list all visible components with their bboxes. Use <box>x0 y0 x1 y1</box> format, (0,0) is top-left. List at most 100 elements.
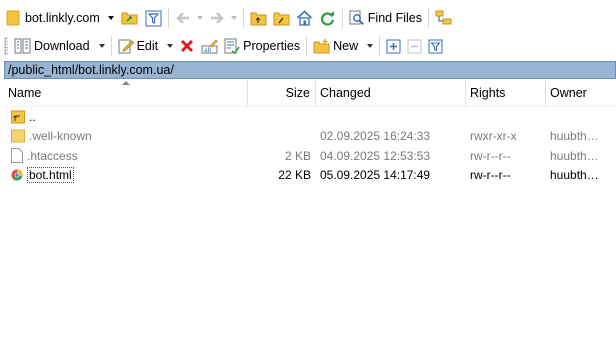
tree-toggle-button[interactable] <box>432 7 455 29</box>
chevron-down-icon <box>107 16 114 20</box>
file-changed: 02.09.2025 16:24:33 <box>320 129 431 144</box>
file-list: Name Size Changed Rights Owner .. .well-… <box>4 79 616 356</box>
file-operations-toolbar: Download Edit ab Properties New <box>0 32 616 60</box>
column-changed-label: Changed <box>320 86 371 100</box>
toolbar-separator <box>306 36 308 56</box>
edit-icon <box>118 39 134 54</box>
delete-icon <box>181 39 194 53</box>
remote-drive-selector[interactable]: bot.linkly.com <box>6 7 114 29</box>
file-name: bot.html <box>27 167 74 184</box>
open-folder-icon <box>121 12 138 25</box>
chevron-down-icon <box>230 16 237 20</box>
current-path[interactable]: /public_html/bot.linkly.com.ua/ <box>8 63 174 77</box>
column-owner-label: Owner <box>550 86 587 100</box>
select-files-button[interactable] <box>383 35 404 57</box>
file-rights: rwxr-xr-x <box>470 129 517 144</box>
find-files-icon <box>349 10 364 26</box>
refresh-icon <box>320 10 334 26</box>
home-directory-button[interactable] <box>293 7 316 29</box>
root-directory-button[interactable] <box>270 7 293 29</box>
file-size: 2 KB <box>284 148 311 163</box>
filter-icon <box>428 39 443 53</box>
new-button[interactable]: New <box>310 35 376 57</box>
remote-drive-label: bot.linkly.com <box>25 11 100 25</box>
file-rights: rw-r--r-- <box>470 148 511 163</box>
root-dir-icon <box>273 12 290 25</box>
file-name: .well-known <box>29 129 92 144</box>
file-owner: huubth… <box>550 148 599 163</box>
chevron-down-icon <box>196 16 203 20</box>
column-header-owner[interactable]: Owner <box>546 80 616 107</box>
open-directory-button[interactable] <box>118 7 142 29</box>
rename-button[interactable]: ab <box>198 35 221 57</box>
file-owner: huubth… <box>550 129 599 144</box>
toolbar-grip[interactable] <box>4 37 8 55</box>
folder-icon <box>11 129 25 143</box>
file-rights: rw-r--r-- <box>470 168 511 183</box>
file-name: .. <box>29 109 36 124</box>
toolbar-separator <box>110 36 112 56</box>
file-icon <box>11 148 23 164</box>
edit-label: Edit <box>136 39 159 53</box>
file-changed: 04.09.2025 12:53:53 <box>320 148 431 163</box>
download-button[interactable]: Download <box>11 35 108 57</box>
find-files-button[interactable]: Find Files <box>346 7 425 29</box>
toolbar-separator <box>167 8 169 28</box>
toolbar-separator <box>379 36 381 56</box>
column-header-rights[interactable]: Rights <box>466 79 546 107</box>
forward-button[interactable] <box>206 7 240 29</box>
delete-button[interactable] <box>176 35 198 57</box>
unselect-files-button[interactable] <box>404 35 425 57</box>
toolbar-separator <box>242 8 244 28</box>
current-path-bar: /public_html/bot.linkly.com.ua/ <box>4 61 616 79</box>
properties-label: Properties <box>243 39 301 53</box>
svg-text:ab: ab <box>204 47 212 54</box>
file-row-bot-html[interactable]: bot.html 22 KB 05.09.2025 14:17:49 rw-r-… <box>4 166 616 186</box>
parent-folder-icon <box>11 110 25 124</box>
tree-icon <box>435 10 452 25</box>
column-size-label: Size <box>285 86 310 100</box>
file-name: .htaccess <box>27 148 78 163</box>
edit-button[interactable]: Edit <box>115 35 177 57</box>
home-icon <box>296 10 312 26</box>
find-files-label: Find Files <box>367 11 422 25</box>
filter-button[interactable] <box>142 7 165 29</box>
column-header-changed[interactable]: Changed <box>316 79 466 107</box>
chevron-down-icon <box>167 44 174 48</box>
file-owner: huubth… <box>550 168 599 183</box>
minus-icon <box>407 39 422 53</box>
file-row-htaccess[interactable]: .htaccess 2 KB 04.09.2025 12:53:53 rw-r-… <box>4 146 616 166</box>
rename-icon: ab <box>201 39 218 54</box>
chevron-down-icon <box>98 44 105 48</box>
chevron-down-icon <box>367 44 374 48</box>
file-changed: 05.09.2025 14:17:49 <box>320 168 431 183</box>
column-rights-label: Rights <box>470 86 506 100</box>
refresh-button[interactable] <box>316 7 339 29</box>
file-list-header: Name Size Changed Rights Owner <box>4 79 616 107</box>
parent-dir-icon <box>250 12 267 25</box>
download-icon <box>14 38 31 54</box>
column-header-size[interactable]: Size <box>248 79 316 107</box>
toolbar-separator <box>427 8 429 28</box>
new-label: New <box>333 39 359 53</box>
download-label: Download <box>34 39 90 53</box>
toolbar-separator <box>341 8 343 28</box>
column-name-label: Name <box>8 86 42 100</box>
filter-icon <box>145 10 162 26</box>
plus-icon <box>386 39 401 53</box>
back-button[interactable] <box>172 7 206 29</box>
new-folder-icon <box>313 39 330 54</box>
properties-button[interactable]: Properties <box>221 35 303 57</box>
navigation-toolbar: bot.linkly.com Find Files <box>0 5 616 31</box>
parent-directory-button[interactable] <box>247 7 270 29</box>
file-size: 22 KB <box>278 168 311 183</box>
html-file-icon <box>11 169 23 181</box>
properties-icon <box>224 38 240 54</box>
filter-selection-button[interactable] <box>425 35 446 57</box>
folder-icon <box>6 10 20 26</box>
file-row-parent[interactable]: .. <box>4 107 616 127</box>
file-row-well-known[interactable]: .well-known 02.09.2025 16:24:33 rwxr-xr-… <box>4 127 616 147</box>
back-icon <box>176 12 189 24</box>
sort-ascending-icon <box>122 81 130 85</box>
forward-icon <box>210 12 224 24</box>
